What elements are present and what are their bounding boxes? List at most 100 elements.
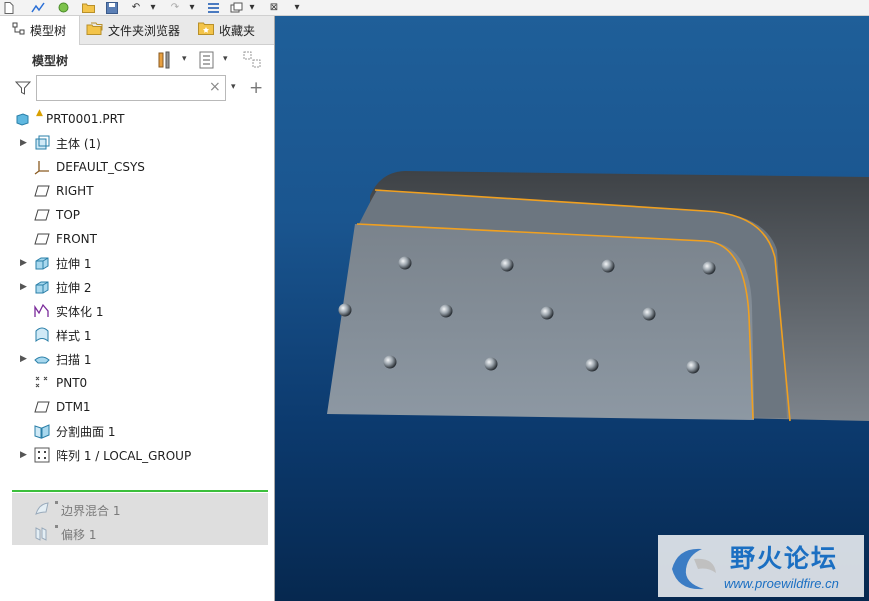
datum-plane-icon — [34, 231, 50, 247]
tree-item-label: 实体化 1 — [56, 304, 104, 319]
part-icon — [14, 111, 30, 127]
settings-tools-icon[interactable] — [157, 51, 175, 72]
tab-favorites[interactable]: 收藏夹 — [198, 16, 255, 44]
graphics-viewport[interactable] — [275, 16, 869, 601]
model-tree-icon — [12, 22, 26, 39]
panel-title: 模型树 — [32, 54, 69, 68]
extrude-icon — [34, 279, 50, 295]
tree-item-label: 拉伸 1 — [56, 256, 92, 271]
tab-model-tree[interactable]: 模型树 — [0, 16, 80, 45]
quick-access-toolbar: ↶ ▾ ↷ ▾ ▾ ⊠ ▾ — [0, 0, 869, 16]
front-surface — [327, 224, 754, 420]
tree-item-pattern-1[interactable]: ▶ 阵列 1 / LOCAL_GROUP — [0, 444, 274, 466]
tree-item-boundary-blend-1[interactable]: 边界混合 1 — [12, 498, 268, 522]
windows-icon[interactable] — [228, 1, 244, 14]
search-input[interactable] — [36, 75, 226, 101]
body-icon — [34, 135, 50, 151]
tree-item-pnt0[interactable]: PNT0 — [0, 372, 274, 394]
suppressed-marker-icon — [55, 501, 58, 504]
tree-item-dtm1[interactable]: DTM1 — [0, 396, 274, 418]
new-file-icon[interactable] — [3, 1, 15, 14]
datum-plane-icon — [34, 183, 50, 199]
clear-icon[interactable]: × — [209, 79, 221, 95]
tree-item-label: 偏移 1 — [61, 527, 97, 542]
tree-item-style-1[interactable]: 样式 1 — [0, 324, 274, 346]
solidify-icon — [34, 303, 50, 319]
sphere-icon[interactable] — [57, 1, 69, 14]
tree-item-label: PNT0 — [56, 376, 88, 390]
expand-arrow-icon[interactable]: ▶ — [20, 138, 28, 148]
open-folder-icon[interactable] — [81, 1, 97, 14]
tab-label: 文件夹浏览器 — [108, 23, 181, 38]
offset-icon — [34, 525, 50, 544]
tree-item-extrude-1[interactable]: ▶ 拉伸 1 — [0, 252, 274, 274]
tree-item-front[interactable]: FRONT — [0, 228, 274, 250]
tree-item-label: 拉伸 2 — [56, 280, 92, 295]
navigator-panel: 模型树 文件夹浏览器 收藏夹 模型树 ▾ ▾ × ▾ + ▲ PRT0001.P… — [0, 16, 275, 601]
watermark: 野火论坛 www.proewildfire.cn — [658, 535, 864, 597]
folder-browser-icon — [86, 21, 104, 40]
expand-arrow-icon[interactable]: ▶ — [20, 450, 28, 460]
undo-icon[interactable]: ↶ — [128, 1, 144, 14]
tab-folder-browser[interactable]: 文件夹浏览器 — [86, 16, 180, 44]
chevron-down-icon[interactable]: ▾ — [231, 82, 236, 92]
chevron-down-icon[interactable]: ▾ — [149, 1, 157, 14]
chevron-down-icon[interactable]: ▾ — [223, 54, 228, 64]
regenerate-manager-icon[interactable] — [205, 1, 221, 14]
tree-item-offset-1[interactable]: 偏移 1 — [12, 522, 268, 546]
tree-item-label: 边界混合 1 — [61, 503, 121, 518]
split-surface-icon — [34, 423, 50, 439]
suppressed-features: 边界混合 1 偏移 1 — [12, 493, 268, 545]
forum-logo-icon — [664, 539, 722, 598]
sweep-icon — [34, 351, 50, 367]
chevron-down-icon[interactable]: ▾ — [248, 1, 256, 14]
tree-item-top[interactable]: TOP — [0, 204, 274, 226]
extrude-icon — [34, 255, 50, 271]
tab-label: 收藏夹 — [219, 23, 256, 38]
part-model — [327, 171, 869, 422]
datum-point-icon — [34, 375, 50, 391]
expand-arrow-icon[interactable]: ▶ — [20, 282, 28, 292]
tree-root-label: PRT0001.PRT — [46, 112, 125, 126]
boundary-blend-icon — [34, 501, 50, 520]
filter-icon[interactable] — [14, 80, 32, 99]
datum-plane-icon — [34, 399, 50, 415]
tree-item-right[interactable]: RIGHT — [0, 180, 274, 202]
pattern-icon — [34, 447, 50, 463]
datum-plane-icon — [34, 207, 50, 223]
tree-item-label: RIGHT — [56, 184, 94, 198]
insert-here-line[interactable] — [12, 490, 268, 492]
show-options-icon[interactable] — [199, 51, 215, 72]
save-icon[interactable] — [105, 1, 119, 14]
csys-icon — [34, 159, 50, 175]
tree-item-label: DTM1 — [56, 400, 91, 414]
regenerate-icon[interactable] — [30, 1, 46, 14]
watermark-url: www.proewildfire.cn — [724, 576, 839, 591]
close-window-icon[interactable]: ⊠ — [267, 1, 281, 14]
chevron-down-icon[interactable]: ▾ — [188, 1, 196, 14]
watermark-title: 野火论坛 — [730, 544, 839, 573]
tree-item-label: 扫描 1 — [56, 352, 92, 367]
expand-arrow-icon[interactable]: ▶ — [20, 258, 28, 268]
tree-item-label: 阵列 1 / LOCAL_GROUP — [56, 448, 192, 463]
tree-item-label: FRONT — [56, 232, 97, 246]
add-icon[interactable]: + — [249, 78, 263, 98]
tree-item-body[interactable]: ▶ 主体 (1) — [0, 132, 274, 154]
tree-item-label: 样式 1 — [56, 328, 92, 343]
expand-arrow-icon[interactable]: ▶ — [20, 354, 28, 364]
tree-item-label: 分割曲面 1 — [56, 424, 116, 439]
tree-item-extrude-2[interactable]: ▶ 拉伸 2 — [0, 276, 274, 298]
redo-icon[interactable]: ↷ — [167, 1, 183, 14]
tree-item-default-csys[interactable]: DEFAULT_CSYS — [0, 156, 274, 178]
tree-item-split-surface-1[interactable]: 分割曲面 1 — [0, 420, 274, 442]
tree-item-label: DEFAULT_CSYS — [56, 160, 145, 174]
tree-item-label: 主体 (1) — [56, 136, 101, 151]
tab-label: 模型树 — [30, 24, 67, 38]
navigator-tabs: 模型树 文件夹浏览器 收藏夹 — [0, 16, 274, 45]
warning-icon: ▲ — [36, 108, 43, 118]
customize-toolbar-icon[interactable]: ▾ — [293, 1, 301, 14]
filter-visibility-icon[interactable] — [243, 51, 263, 72]
chevron-down-icon[interactable]: ▾ — [182, 54, 187, 64]
tree-item-sweep-1[interactable]: ▶ 扫描 1 — [0, 348, 274, 370]
tree-item-solidify-1[interactable]: 实体化 1 — [0, 300, 274, 322]
